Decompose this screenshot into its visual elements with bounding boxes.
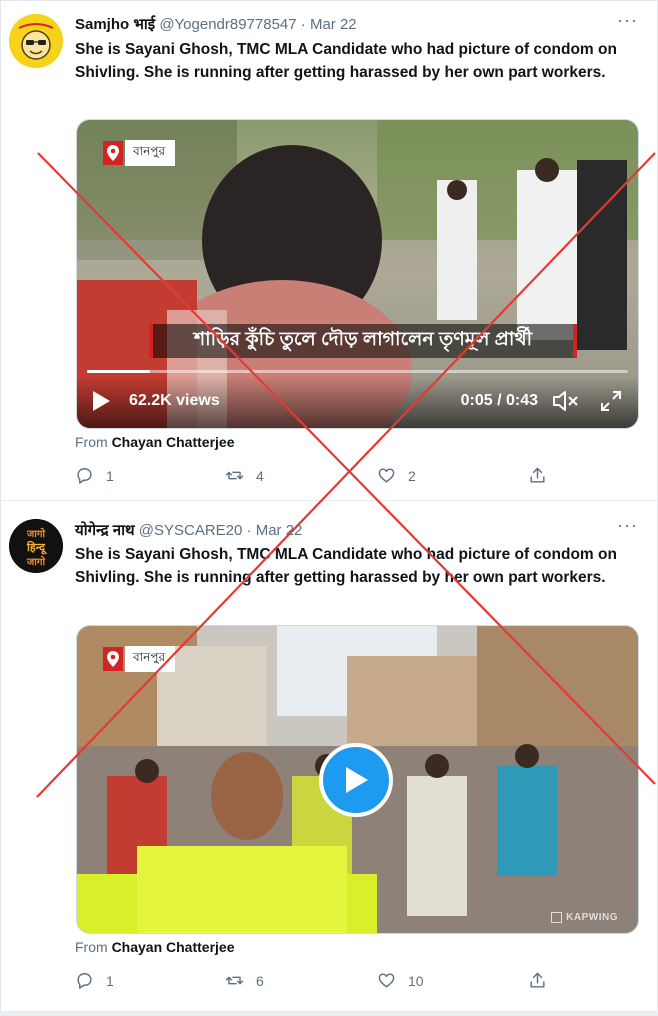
share-button[interactable]	[528, 971, 547, 990]
fullscreen-icon[interactable]	[600, 390, 622, 412]
share-button[interactable]	[528, 466, 547, 485]
more-options-button[interactable]: ···	[617, 515, 638, 536]
like-count: 10	[408, 972, 424, 989]
like-button[interactable]: 2	[377, 466, 416, 485]
reply-icon	[77, 468, 92, 484]
retweet-icon	[225, 976, 244, 985]
attribution-name[interactable]: Chayan Chatterjee	[112, 939, 235, 955]
location-tag-text: বানপুর	[125, 646, 176, 672]
author-name[interactable]: Samjho भाई	[75, 16, 155, 33]
author-name[interactable]: योगेन्द्र नाथ	[75, 522, 135, 539]
location-pin-icon	[103, 141, 123, 165]
more-options-button[interactable]: ···	[617, 10, 638, 31]
tweet-text: She is Sayani Ghosh, TMC MLA Candidate w…	[75, 546, 617, 586]
share-icon	[530, 972, 545, 988]
video-progress-bar[interactable]	[87, 370, 628, 373]
separator-dot: ·	[246, 522, 252, 539]
video-caption: শাড়ির কুঁচি তুলে দৌড় লাগালেন তৃণমূল প্…	[149, 324, 577, 358]
retweet-button[interactable]: 6	[225, 971, 264, 990]
play-icon	[346, 767, 368, 793]
watermark-logo	[551, 912, 563, 923]
tweet-card[interactable]: जागो हिन्दू जागो योगेन्द्र नाथ @SYSCARE2…	[0, 501, 658, 1011]
tweet-date[interactable]: Mar 22	[256, 522, 303, 539]
retweet-icon	[225, 471, 244, 480]
like-count: 2	[408, 467, 416, 484]
tweet-actions: 1 4 2	[75, 466, 575, 488]
reply-button[interactable]: 1	[75, 466, 114, 485]
location-tag: বানপুর	[103, 140, 176, 166]
video-progress-fill	[87, 370, 150, 373]
avatar-image: जागो हिन्दू जागो	[9, 519, 63, 573]
location-tag-text: বানপুর	[125, 140, 176, 166]
video-time: 0:05 / 0:43	[460, 392, 538, 409]
play-video-button[interactable]	[319, 743, 393, 817]
reply-count: 1	[106, 467, 114, 484]
tweet-header: योगेन्द्र नाथ @SYSCARE20 · Mar 22	[75, 520, 302, 540]
retweet-count: 6	[256, 972, 264, 989]
separator-dot: ·	[300, 16, 306, 33]
avatar[interactable]: जागो हिन्दू जागो	[9, 519, 63, 573]
reply-icon	[77, 973, 92, 989]
tweet-date[interactable]: Mar 22	[310, 16, 357, 33]
view-count: 62.2K views	[129, 392, 220, 409]
feed-bottom-edge	[0, 1011, 658, 1016]
play-icon[interactable]	[91, 390, 111, 412]
attribution-prefix: From	[75, 939, 108, 955]
watermark-text: KAPWING	[566, 912, 618, 923]
video-player[interactable]: বানপুর শাড়ির কুঁচি তুলে দৌড় লাগালেন তৃ…	[76, 119, 639, 429]
avatar-text-line-3: जागो	[26, 555, 46, 568]
avatar-image	[9, 14, 63, 68]
media-attribution: From Chayan Chatterjee	[75, 434, 235, 450]
author-handle[interactable]: @SYSCARE20	[139, 522, 243, 539]
like-button[interactable]: 10	[377, 971, 424, 990]
location-pin-icon	[103, 647, 123, 671]
reply-button[interactable]: 1	[75, 971, 114, 990]
avatar[interactable]	[9, 14, 63, 68]
like-icon	[378, 973, 395, 988]
author-handle[interactable]: @Yogendr89778547	[159, 16, 296, 33]
avatar-text-line-2: हिन्दू	[26, 540, 47, 555]
attribution-prefix: From	[75, 434, 108, 450]
tweet-text: She is Sayani Ghosh, TMC MLA Candidate w…	[75, 41, 617, 81]
media-attribution: From Chayan Chatterjee	[75, 939, 235, 955]
video-controls: 62.2K views 0:05 / 0:43	[77, 376, 638, 428]
retweet-button[interactable]: 4	[225, 466, 264, 485]
reply-count: 1	[106, 972, 114, 989]
attribution-name[interactable]: Chayan Chatterjee	[112, 434, 235, 450]
retweet-count: 4	[256, 467, 264, 484]
video-player[interactable]: বানপুর KAPWING	[76, 625, 639, 934]
tweet-card[interactable]: Samjho भाई @Yogendr89778547 · Mar 22 ···…	[0, 0, 658, 501]
kapwing-watermark: KAPWING	[551, 912, 618, 923]
avatar-text-line-1: जागो	[26, 527, 46, 540]
location-tag: বানপুর	[103, 646, 176, 672]
tweet-header: Samjho भाई @Yogendr89778547 · Mar 22	[75, 14, 357, 34]
like-icon	[378, 468, 395, 483]
share-icon	[530, 467, 545, 483]
mute-icon[interactable]	[552, 389, 580, 413]
tweet-actions: 1 6 10	[75, 971, 575, 993]
